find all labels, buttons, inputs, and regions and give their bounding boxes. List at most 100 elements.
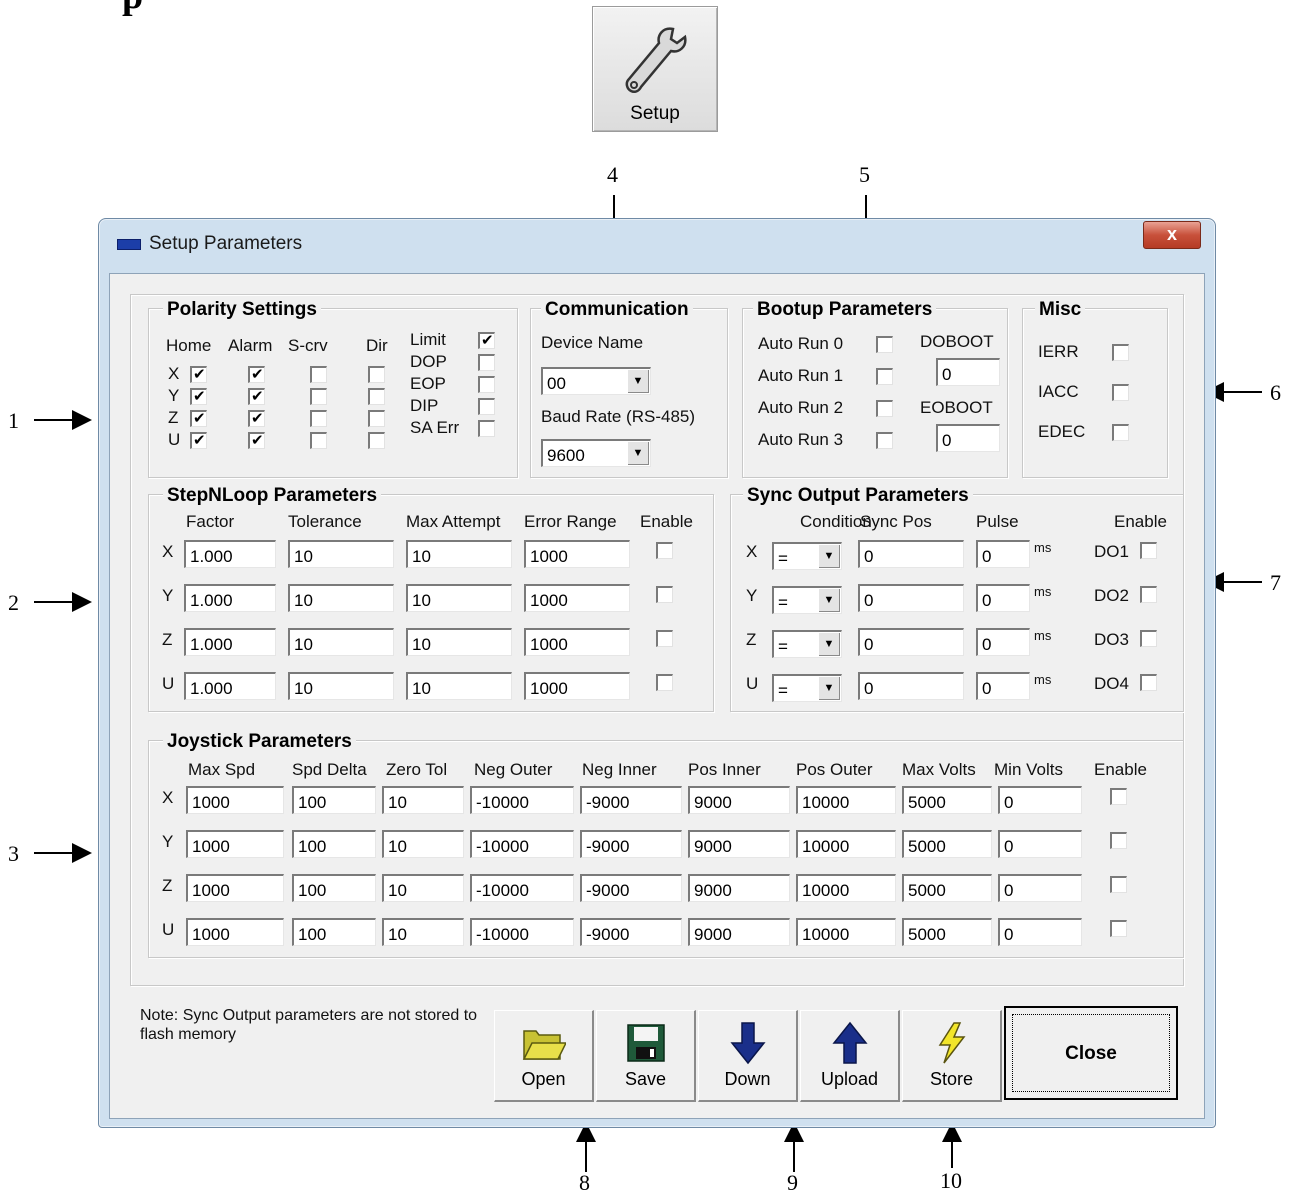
joystick-y-field[interactable]: 10000 xyxy=(796,830,896,858)
joystick-x-field[interactable]: 10 xyxy=(382,786,464,814)
polarity-z-dir-checkbox[interactable] xyxy=(368,410,385,427)
joystick-u-field[interactable]: 9000 xyxy=(688,918,790,946)
stepnloop-x-field[interactable]: 1.000 xyxy=(184,540,276,568)
joystick-x-field[interactable]: 9000 xyxy=(688,786,790,814)
polarity-u-home-checkbox[interactable] xyxy=(190,431,207,449)
joystick-y-field[interactable]: 5000 xyxy=(902,830,992,858)
sync-y-pulse-input[interactable]: 0 xyxy=(976,584,1030,612)
stepnloop-z-enable-checkbox[interactable] xyxy=(656,630,673,647)
auto-run-3-checkbox[interactable] xyxy=(876,432,893,449)
stepnloop-y-field[interactable]: 1000 xyxy=(524,584,630,612)
sync-u-enable-checkbox[interactable] xyxy=(1140,674,1157,691)
joystick-x-field[interactable]: 5000 xyxy=(902,786,992,814)
joystick-u-field[interactable]: 0 xyxy=(998,918,1082,946)
stepnloop-y-field[interactable]: 1.000 xyxy=(184,584,276,612)
close-button[interactable]: Close xyxy=(1004,1006,1178,1100)
misc-edec-checkbox[interactable] xyxy=(1112,424,1129,441)
sync-z-pulse-input[interactable]: 0 xyxy=(976,628,1030,656)
sync-u-condition-select[interactable]: = ▼ xyxy=(772,674,842,702)
auto-run-1-checkbox[interactable] xyxy=(876,368,893,385)
stepnloop-z-field[interactable]: 1000 xyxy=(524,628,630,656)
sync-u-pulse-input[interactable]: 0 xyxy=(976,672,1030,700)
sync-y-sync-pos-input[interactable]: 0 xyxy=(858,584,964,612)
sync-x-sync-pos-input[interactable]: 0 xyxy=(858,540,964,568)
sync-x-condition-select[interactable]: = ▼ xyxy=(772,542,842,570)
joystick-y-field[interactable]: 9000 xyxy=(688,830,790,858)
stepnloop-u-enable-checkbox[interactable] xyxy=(656,674,673,691)
polarity-x-dir-checkbox[interactable] xyxy=(368,366,385,383)
polarity-z-home-checkbox[interactable] xyxy=(190,409,207,427)
joystick-y-field[interactable]: 10 xyxy=(382,830,464,858)
polarity-dip-checkbox[interactable] xyxy=(478,398,495,415)
joystick-x-field[interactable]: 1000 xyxy=(186,786,284,814)
joystick-x-field[interactable]: 100 xyxy=(292,786,376,814)
joystick-y-field[interactable]: -9000 xyxy=(580,830,682,858)
stepnloop-y-enable-checkbox[interactable] xyxy=(656,586,673,603)
stepnloop-u-field[interactable]: 10 xyxy=(406,672,512,700)
stepnloop-x-field[interactable]: 1000 xyxy=(524,540,630,568)
joystick-u-field[interactable]: 5000 xyxy=(902,918,992,946)
joystick-z-field[interactable]: -10000 xyxy=(470,874,574,902)
joystick-x-enable-checkbox[interactable] xyxy=(1110,788,1127,805)
joystick-z-field[interactable]: 10000 xyxy=(796,874,896,902)
joystick-u-field[interactable]: -9000 xyxy=(580,918,682,946)
joystick-z-field[interactable]: 100 xyxy=(292,874,376,902)
polarity-y-s-crv-checkbox[interactable] xyxy=(310,388,327,405)
polarity-y-alarm-checkbox[interactable] xyxy=(248,387,265,405)
joystick-u-field[interactable]: 10 xyxy=(382,918,464,946)
joystick-u-enable-checkbox[interactable] xyxy=(1110,920,1127,937)
joystick-y-field[interactable]: 100 xyxy=(292,830,376,858)
polarity-eop-checkbox[interactable] xyxy=(478,376,495,393)
auto-run-0-checkbox[interactable] xyxy=(876,336,893,353)
joystick-z-enable-checkbox[interactable] xyxy=(1110,876,1127,893)
stepnloop-x-field[interactable]: 10 xyxy=(406,540,512,568)
joystick-u-field[interactable]: 10000 xyxy=(796,918,896,946)
joystick-u-field[interactable]: 100 xyxy=(292,918,376,946)
stepnloop-y-field[interactable]: 10 xyxy=(406,584,512,612)
upload-button[interactable]: Upload xyxy=(800,1010,900,1102)
polarity-y-home-checkbox[interactable] xyxy=(190,387,207,405)
save-button[interactable]: Save xyxy=(596,1010,696,1102)
polarity-dop-checkbox[interactable] xyxy=(478,354,495,371)
sync-u-sync-pos-input[interactable]: 0 xyxy=(858,672,964,700)
sync-z-enable-checkbox[interactable] xyxy=(1140,630,1157,647)
joystick-y-enable-checkbox[interactable] xyxy=(1110,832,1127,849)
polarity-z-s-crv-checkbox[interactable] xyxy=(310,410,327,427)
misc-ierr-checkbox[interactable] xyxy=(1112,344,1129,361)
stepnloop-u-field[interactable]: 10 xyxy=(288,672,394,700)
joystick-y-field[interactable]: -10000 xyxy=(470,830,574,858)
store-button[interactable]: Store xyxy=(902,1010,1002,1102)
joystick-z-field[interactable]: 10 xyxy=(382,874,464,902)
stepnloop-u-field[interactable]: 1.000 xyxy=(184,672,276,700)
stepnloop-u-field[interactable]: 1000 xyxy=(524,672,630,700)
sync-x-enable-checkbox[interactable] xyxy=(1140,542,1157,559)
joystick-x-field[interactable]: 10000 xyxy=(796,786,896,814)
joystick-u-field[interactable]: -10000 xyxy=(470,918,574,946)
joystick-u-field[interactable]: 1000 xyxy=(186,918,284,946)
open-button[interactable]: Open xyxy=(494,1010,594,1102)
device-name-select[interactable]: 00 ▼ xyxy=(541,367,651,395)
polarity-limit-checkbox[interactable] xyxy=(478,331,495,349)
stepnloop-x-field[interactable]: 10 xyxy=(288,540,394,568)
sync-y-condition-select[interactable]: = ▼ xyxy=(772,586,842,614)
stepnloop-z-field[interactable]: 10 xyxy=(288,628,394,656)
joystick-z-field[interactable]: 9000 xyxy=(688,874,790,902)
joystick-x-field[interactable]: -10000 xyxy=(470,786,574,814)
polarity-x-home-checkbox[interactable] xyxy=(190,365,207,383)
down-button[interactable]: Down xyxy=(698,1010,798,1102)
sync-y-enable-checkbox[interactable] xyxy=(1140,586,1157,603)
polarity-y-dir-checkbox[interactable] xyxy=(368,388,385,405)
polarity-sa-err-checkbox[interactable] xyxy=(478,420,495,437)
stepnloop-z-field[interactable]: 1.000 xyxy=(184,628,276,656)
joystick-z-field[interactable]: 1000 xyxy=(186,874,284,902)
baud-rate-select[interactable]: 9600 ▼ xyxy=(541,439,651,467)
joystick-y-field[interactable]: 0 xyxy=(998,830,1082,858)
stepnloop-z-field[interactable]: 10 xyxy=(406,628,512,656)
sync-z-condition-select[interactable]: = ▼ xyxy=(772,630,842,658)
joystick-z-field[interactable]: 5000 xyxy=(902,874,992,902)
joystick-z-field[interactable]: -9000 xyxy=(580,874,682,902)
polarity-u-s-crv-checkbox[interactable] xyxy=(310,432,327,449)
sync-z-sync-pos-input[interactable]: 0 xyxy=(858,628,964,656)
window-close-button[interactable]: x xyxy=(1143,221,1201,249)
polarity-x-s-crv-checkbox[interactable] xyxy=(310,366,327,383)
